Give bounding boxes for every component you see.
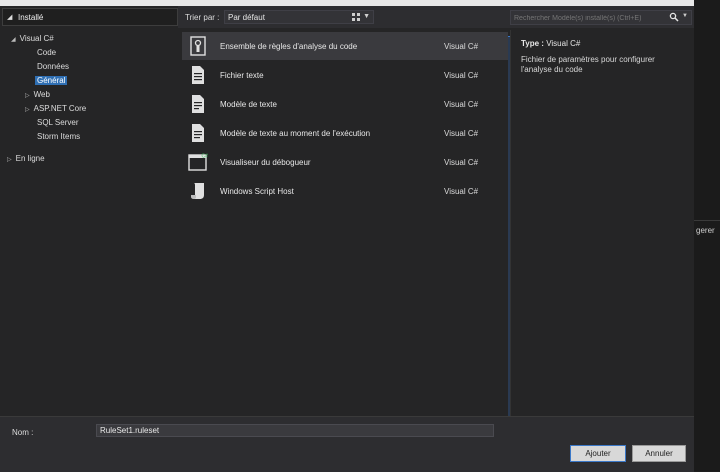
template-type: Type : Visual C# <box>521 39 580 48</box>
runtime-text-template-icon <box>192 124 204 142</box>
template-language: Visual C# <box>444 100 479 109</box>
template-details: Type : Visual C# Fichier de paramètres p… <box>510 30 695 416</box>
tree-item-web[interactable]: ▷ Web <box>25 90 50 101</box>
background-editor: gerer <box>694 0 720 471</box>
type-value: Visual C# <box>546 39 581 48</box>
template-row[interactable]: Windows Script Host Visual C# <box>182 177 508 205</box>
svg-text:C#: C# <box>202 154 209 160</box>
tree-item-label: Web <box>33 90 50 99</box>
template-row[interactable]: C# Visualiseur du débogueur Visual C# <box>182 148 508 176</box>
template-name: Visualiseur du débogueur <box>220 158 311 167</box>
search-icon[interactable] <box>669 12 679 24</box>
tree-item-general[interactable]: Général <box>35 76 68 86</box>
text-template-icon <box>192 95 204 113</box>
tree-item-aspnet-core[interactable]: ▷ ASP.NET Core <box>25 104 86 115</box>
template-name: Modèle de texte au moment de l'exécution <box>220 129 371 138</box>
template-row[interactable]: Modèle de texte Visual C# <box>182 90 508 118</box>
add-new-item-dialog: ◢ Installé ◢ Visual C# Code Données Génér… <box>0 0 695 472</box>
dialog-footer: Nom : Ajouter Annuler <box>0 416 694 472</box>
collapse-icon: ◢ <box>7 14 13 21</box>
tree-item-storm-items[interactable]: Storm Items <box>37 132 80 142</box>
name-field-box[interactable] <box>96 424 494 437</box>
divider <box>694 220 720 221</box>
tree-item-code[interactable]: Code <box>37 48 56 58</box>
chevron-down-icon[interactable]: ▼ <box>682 13 688 19</box>
template-toolbar: Trier par : Par défaut ▼ ▼ <box>178 6 694 422</box>
tree-item-label: ASP.NET Core <box>33 104 87 113</box>
template-language: Visual C# <box>444 158 479 167</box>
template-language: Visual C# <box>444 42 479 51</box>
tree-item-label: Général <box>35 76 68 85</box>
template-name: Windows Script Host <box>220 187 294 196</box>
template-row[interactable]: Modèle de texte au moment de l'exécution… <box>182 119 508 147</box>
template-list: Ensemble de règles d'analyse du code Vis… <box>182 30 508 416</box>
text-file-icon <box>192 66 204 84</box>
template-language: Visual C# <box>444 187 479 196</box>
tree-item-sql-server[interactable]: SQL Server <box>37 118 79 128</box>
script-host-icon <box>191 183 204 199</box>
background-text: gerer <box>696 226 715 235</box>
category-tree: ◢ Installé ◢ Visual C# Code Données Génér… <box>0 6 178 416</box>
cancel-button[interactable]: Annuler <box>632 445 686 462</box>
expand-icon: ▷ <box>7 157 12 163</box>
tree-item-label: Code <box>37 48 57 57</box>
template-row[interactable]: Fichier texte Visual C# <box>182 61 508 89</box>
expand-icon: ▷ <box>25 107 30 113</box>
template-language: Visual C# <box>444 71 479 80</box>
template-description: Fichier de paramètres pour configurer l'… <box>521 55 655 74</box>
search-box[interactable]: ▼ <box>510 10 692 25</box>
sort-label: Trier par : <box>185 13 220 22</box>
tree-item-label: Installé <box>18 13 44 22</box>
collapse-icon: ◢ <box>11 37 16 43</box>
tree-item-label: En ligne <box>15 154 45 163</box>
tree-item-label: Visual C# <box>19 34 54 43</box>
grid-view-button[interactable] <box>350 11 362 23</box>
grid-icon <box>352 13 360 21</box>
chevron-down-icon: ▼ <box>363 13 370 20</box>
tree-item-label: Storm Items <box>37 132 81 141</box>
expand-icon: ▷ <box>25 93 30 99</box>
template-name: Ensemble de règles d'analyse du code <box>220 42 358 51</box>
debugger-visualizer-icon: C# <box>188 154 209 171</box>
ruleset-icon <box>190 36 206 56</box>
name-field[interactable] <box>97 425 493 436</box>
template-name: Modèle de texte <box>220 100 277 109</box>
tree-item-installed[interactable]: ◢ Installé <box>2 8 178 26</box>
add-button[interactable]: Ajouter <box>570 445 626 462</box>
name-label: Nom : <box>12 428 34 437</box>
search-input[interactable] <box>514 14 664 23</box>
sort-value: Par défaut <box>228 13 265 22</box>
tree-item-donnees[interactable]: Données <box>37 62 69 72</box>
tree-item-label: Données <box>37 62 70 71</box>
type-label: Type : <box>521 39 544 48</box>
template-name: Fichier texte <box>220 71 264 80</box>
tree-item-label: SQL Server <box>37 118 79 127</box>
tree-item-en-ligne[interactable]: ▷ En ligne <box>7 154 45 165</box>
template-language: Visual C# <box>444 129 479 138</box>
template-row[interactable]: Ensemble de règles d'analyse du code Vis… <box>182 32 508 60</box>
tree-item-visual-csharp[interactable]: ◢ Visual C# <box>11 34 54 45</box>
